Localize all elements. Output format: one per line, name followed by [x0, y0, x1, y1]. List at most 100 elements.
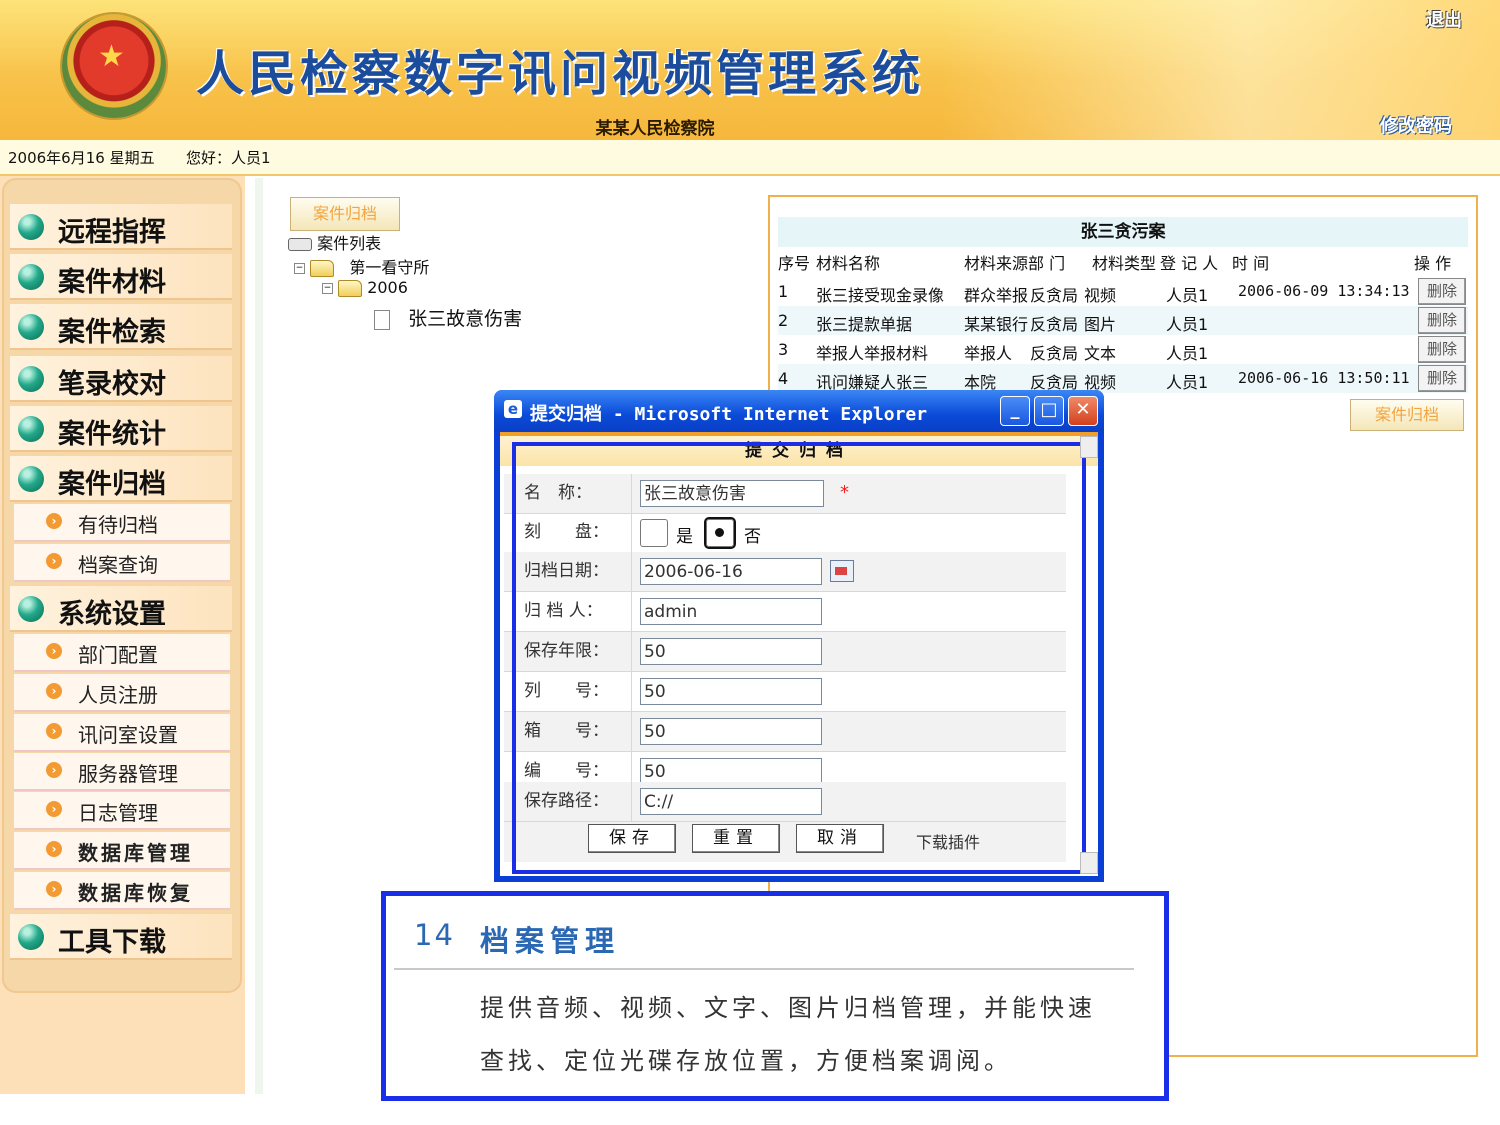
arrow-icon: › [46, 723, 62, 739]
logout-link[interactable]: 退出 [1426, 6, 1462, 32]
col-header-action: 操 作 [1414, 254, 1452, 273]
folder-icon [310, 260, 335, 277]
cell-no: 2 [778, 311, 789, 330]
col-header-name: 材料名称 [816, 254, 881, 273]
cell-no: 4 [778, 369, 789, 388]
delete-button[interactable]: 删除 [1418, 278, 1466, 305]
sub-user-register[interactable]: › 人员注册 [14, 674, 230, 712]
close-button[interactable]: ✕ [1068, 396, 1098, 426]
folder-icon [338, 280, 363, 297]
arrow-icon: › [46, 762, 62, 778]
arrow-icon: › [46, 683, 62, 699]
cell-time: 2006-06-16 13:50:11 [1238, 369, 1410, 387]
cell-source: 举报人 [964, 344, 1013, 363]
cell-person: 人员1 [1166, 315, 1209, 334]
cell-type: 文本 [1084, 344, 1117, 363]
cell-time: 2006-06-09 13:34:13 [1238, 282, 1410, 300]
delete-button[interactable]: 删除 [1418, 336, 1466, 363]
cell-dept: 反贪局 [1030, 344, 1079, 363]
cell-source: 群众举报 [964, 286, 1029, 305]
tree-node-label: 第一看守所 [349, 258, 430, 277]
menu-label: 案件检索 [58, 317, 166, 348]
cell-name: 张三接受现金录像 [816, 286, 945, 305]
minimize-button[interactable]: _ [1000, 396, 1030, 426]
scroll-down-arrow[interactable] [1080, 852, 1098, 874]
menu-remote-command[interactable]: 远程指挥 [10, 204, 232, 250]
cell-name: 举报人举报材料 [816, 344, 929, 363]
green-ball-icon [18, 596, 44, 622]
change-password-link[interactable]: 修改密码 [1380, 112, 1452, 138]
cell-no: 3 [778, 340, 789, 359]
note-line-2: 查找、定位光碟存放位置，方便档案调阅。 [480, 1047, 1012, 1075]
table-archive-button[interactable]: 案件归档 [1350, 399, 1464, 431]
cell-no: 1 [778, 282, 789, 301]
cell-dept: 反贪局 [1030, 286, 1079, 305]
arrow-icon: › [46, 643, 62, 659]
green-ball-icon [18, 466, 44, 492]
green-ball-icon [18, 214, 44, 240]
cell-person: 人员1 [1166, 286, 1209, 305]
sub-server-management[interactable]: › 服务器管理 [14, 753, 230, 791]
note-heading: 档案管理 [480, 924, 621, 958]
menu-case-materials[interactable]: 案件材料 [10, 254, 232, 300]
note-divider [394, 968, 1134, 970]
dialog-titlebar[interactable]: e 提交归档 - Microsoft Internet Explorer _ □… [494, 390, 1104, 432]
sub-label: 服务器管理 [78, 762, 178, 786]
collapse-icon[interactable]: − [322, 283, 333, 294]
arrow-icon: › [46, 881, 62, 897]
collapse-icon[interactable]: − [294, 263, 305, 274]
delete-button[interactable]: 删除 [1418, 365, 1466, 392]
sub-archive-query[interactable]: › 档案查询 [14, 544, 230, 582]
tree-node-detention-center[interactable]: − 第一看守所 [294, 254, 429, 278]
menu-transcript-proofread[interactable]: 笔录校对 [10, 356, 232, 402]
cell-type: 图片 [1084, 315, 1117, 334]
content-divider [255, 178, 263, 1094]
menu-case-statistics[interactable]: 案件统计 [10, 406, 232, 452]
note-number: 14 [414, 918, 455, 952]
green-ball-icon [18, 264, 44, 290]
sidebar-nav: 远程指挥 案件材料 案件检索 笔录校对 案件统计 案件归档 › 有待归档 › 档案查… [2, 178, 242, 993]
sub-interrogation-room[interactable]: › 讯问室设置 [14, 714, 230, 752]
tree-node-2006[interactable]: − 2006 [322, 278, 408, 297]
maximize-button[interactable]: □ [1034, 396, 1064, 426]
sub-label: 日志管理 [78, 801, 158, 825]
sub-pending-archive[interactable]: › 有待归档 [14, 504, 230, 542]
dialog-window-title: 提交归档 - Microsoft Internet Explorer [530, 404, 928, 425]
col-header-source: 材料来源部 门 [964, 254, 1066, 273]
current-date: 2006年6月16 星期五 [8, 149, 155, 167]
menu-case-search[interactable]: 案件检索 [10, 304, 232, 350]
sub-label: 部门配置 [78, 643, 158, 667]
col-header-person: 登 记 人 [1160, 254, 1219, 273]
organization-name: 某某人民检察院 [595, 119, 715, 139]
sub-department-config[interactable]: › 部门配置 [14, 634, 230, 672]
table-row: 1 张三接受现金录像 群众举报 反贪局 视频 人员1 2006-06-09 13… [778, 277, 1468, 306]
sub-label: 数据库管理 [78, 841, 193, 865]
green-ball-icon [18, 416, 44, 442]
scroll-up-arrow[interactable] [1080, 436, 1098, 458]
green-ball-icon [18, 314, 44, 340]
menu-system-settings[interactable]: 系统设置 [10, 586, 232, 632]
tree-root[interactable]: 案件列表 [288, 230, 381, 254]
sub-label: 档案查询 [78, 553, 158, 577]
tree-leaf-case[interactable]: 张三故意伤害 [374, 304, 522, 331]
document-icon [374, 309, 390, 330]
system-title: 人民检察数字讯问视频管理系统 [196, 46, 925, 102]
delete-button[interactable]: 删除 [1418, 307, 1466, 334]
highlight-frame [512, 442, 1086, 874]
menu-case-archive[interactable]: 案件归档 [10, 456, 232, 502]
arrow-icon: › [46, 513, 62, 529]
menu-tool-download[interactable]: 工具下载 [10, 914, 232, 960]
sub-database-management[interactable]: › 数据库管理 [14, 832, 230, 870]
table-row: 2 张三提款单据 某某银行 反贪局 图片 人员1 删除 [778, 306, 1468, 335]
tree-archive-button[interactable]: 案件归档 [290, 197, 400, 231]
table-row: 4 讯问嫌疑人张三 本院 反贪局 视频 人员1 2006-06-16 13:50… [778, 364, 1468, 393]
menu-label: 案件统计 [58, 419, 166, 450]
green-ball-icon [18, 366, 44, 392]
sub-label: 数据库恢复 [78, 881, 193, 905]
sub-log-management[interactable]: › 日志管理 [14, 792, 230, 830]
sub-label: 讯问室设置 [78, 723, 178, 747]
sub-database-restore[interactable]: › 数据库恢复 [14, 872, 230, 910]
col-header-type: 材料类型 [1092, 254, 1157, 273]
menu-label: 系统设置 [58, 599, 166, 630]
col-header-time: 时 间 [1232, 254, 1270, 273]
